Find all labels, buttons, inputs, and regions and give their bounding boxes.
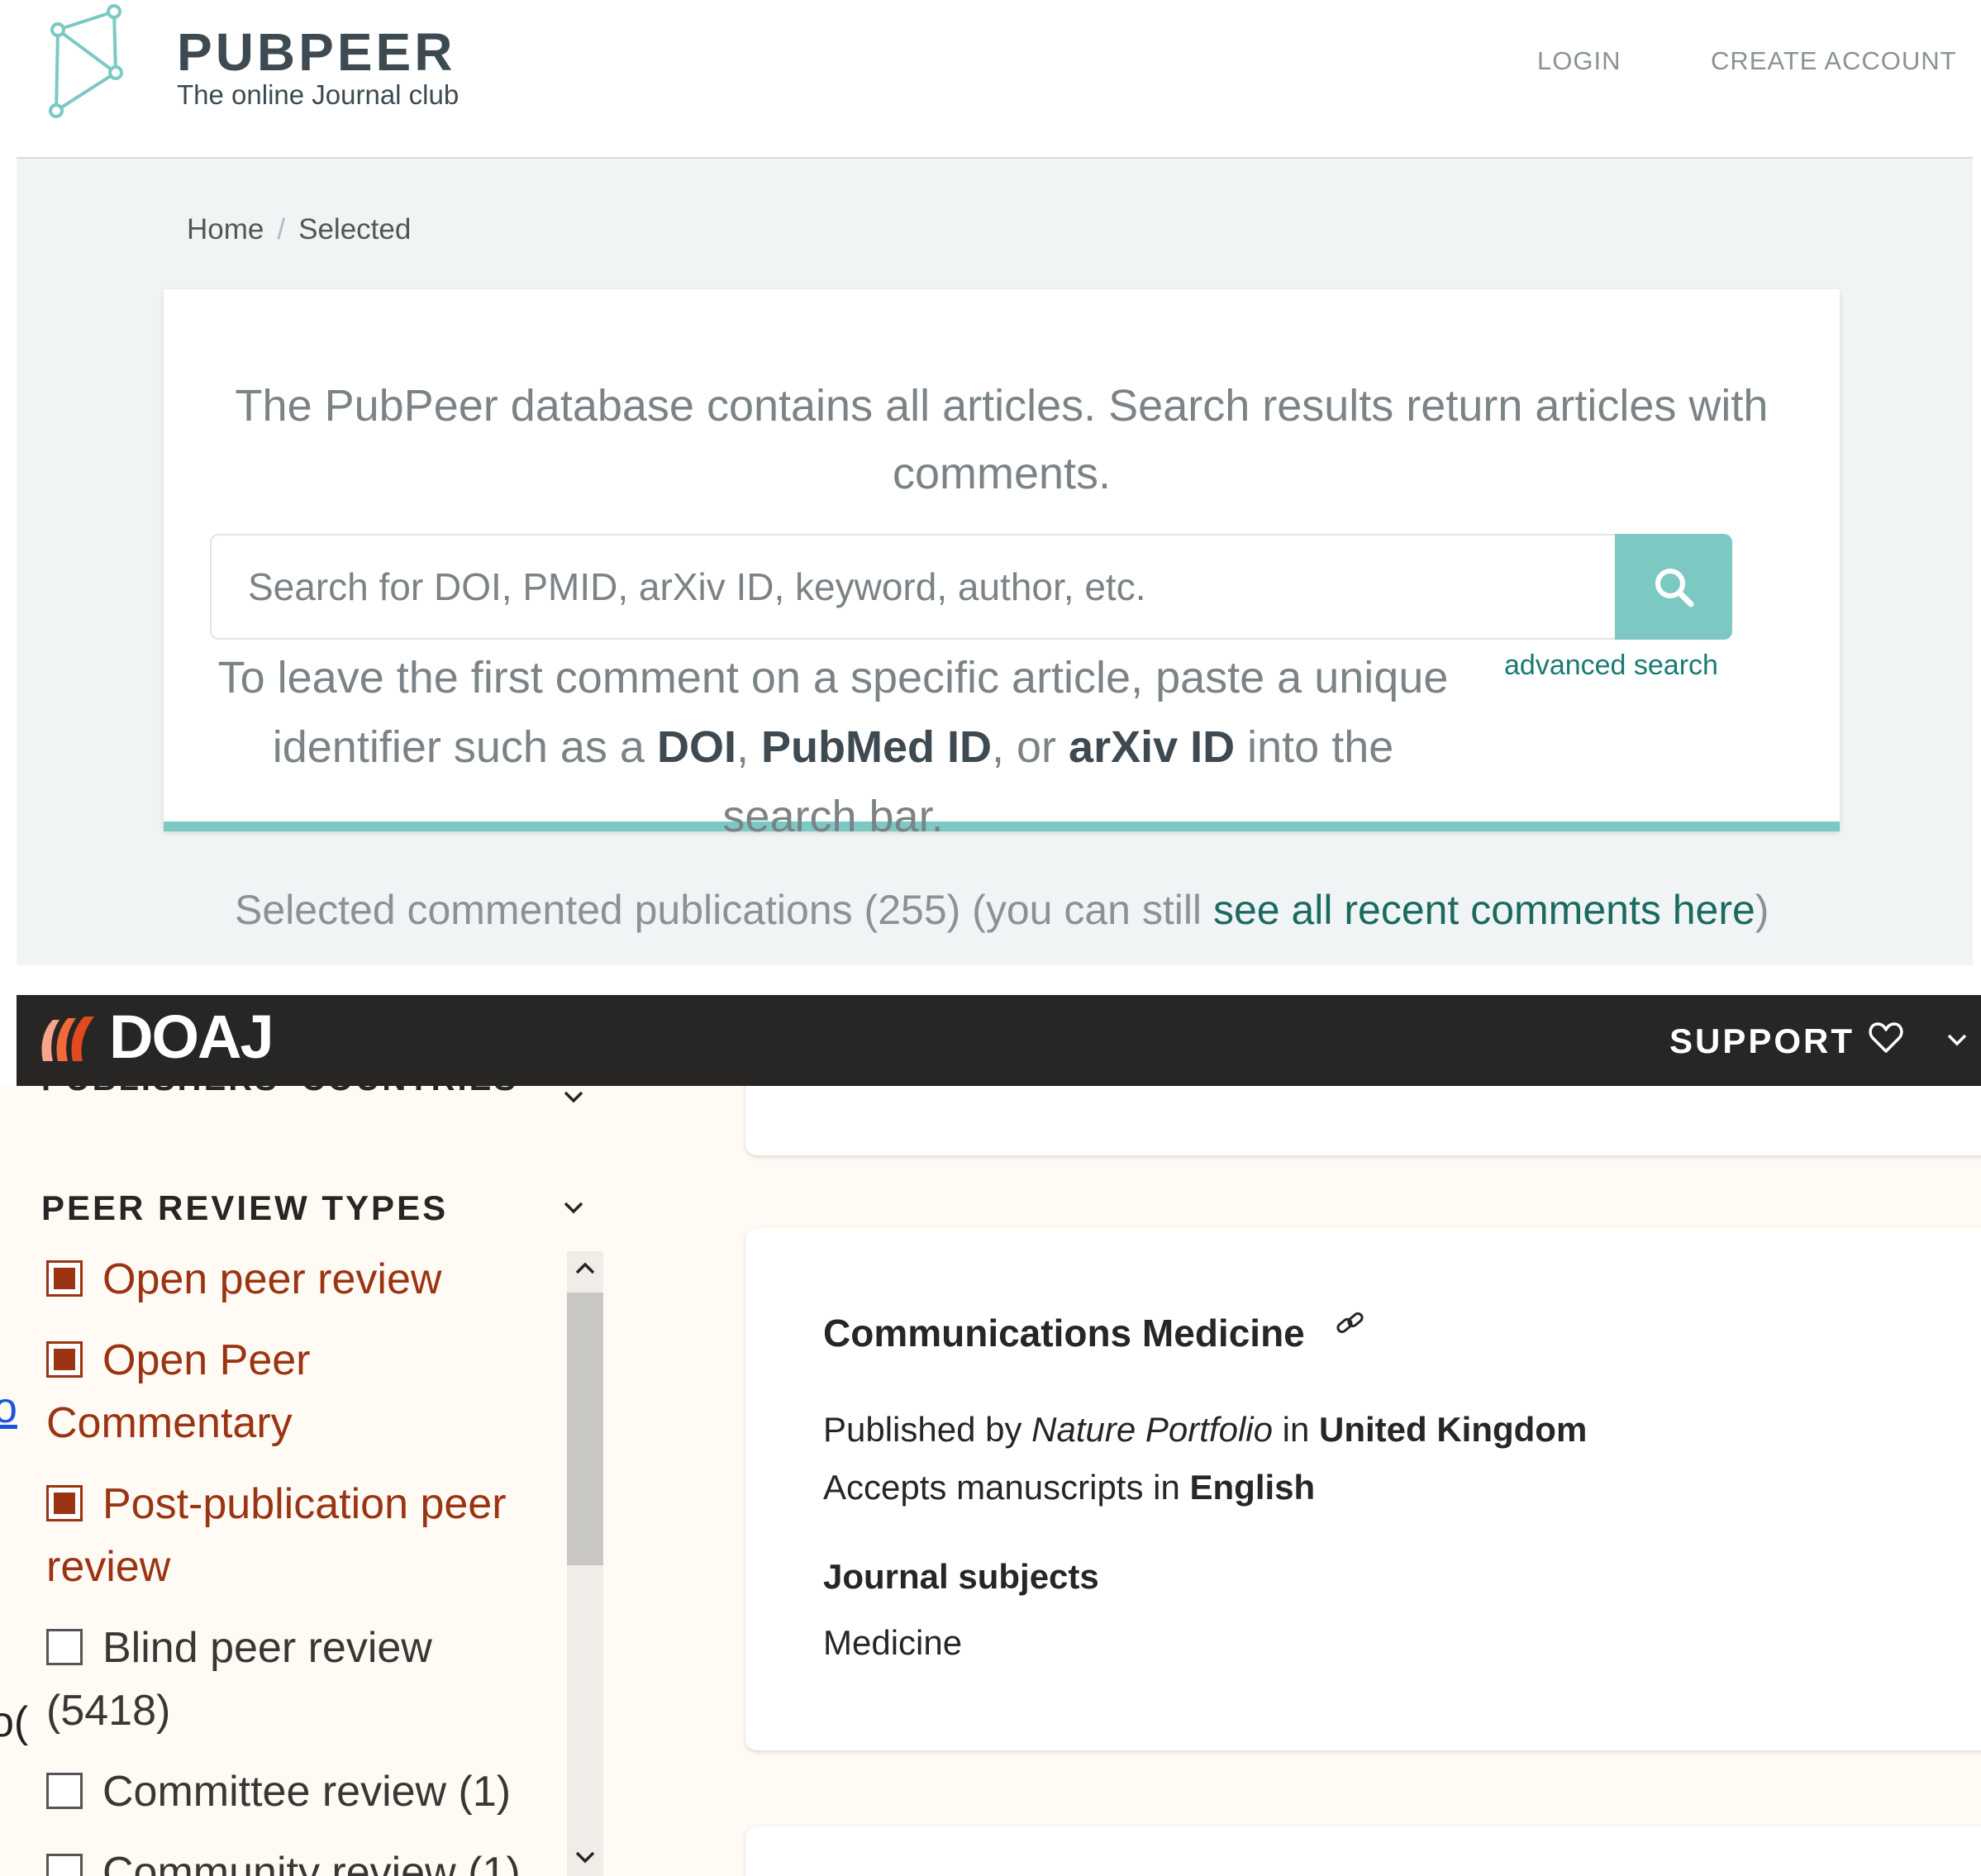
- published-by-label: Published by: [823, 1410, 1032, 1449]
- journal-subjects: Medicine: [823, 1623, 963, 1662]
- journal-language-line: Accepts manuscripts in English: [823, 1468, 1315, 1507]
- breadcrumb-home[interactable]: Home: [187, 213, 264, 245]
- in-label: in: [1272, 1410, 1320, 1449]
- chevron-down-icon[interactable]: [559, 1193, 588, 1223]
- edge-text-fragment: o(: [0, 1698, 29, 1746]
- facet-option-label: Committee review (1): [102, 1768, 512, 1816]
- breadcrumb: Home / Selected: [187, 213, 411, 246]
- journal-country: United Kingdom: [1319, 1410, 1588, 1449]
- facet-scrollbar-thumb[interactable]: [567, 1293, 603, 1565]
- login-link[interactable]: LOGIN: [1537, 46, 1621, 76]
- chevron-down-icon[interactable]: [572, 1845, 598, 1869]
- intro-text: The PubPeer database contains all articl…: [235, 381, 1769, 498]
- facet-option[interactable]: Open Peer Commentary: [46, 1329, 559, 1455]
- site-title[interactable]: PUBPEER: [177, 21, 455, 83]
- hint-pubmed: PubMed ID: [761, 722, 992, 772]
- selected-suffix: ): [1755, 887, 1769, 933]
- checkbox[interactable]: [46, 1854, 83, 1876]
- chevron-down-icon[interactable]: [1942, 1025, 1972, 1055]
- advanced-search-link[interactable]: advanced search: [1504, 650, 1718, 682]
- facet-option-label: Open peer review: [102, 1255, 442, 1303]
- facet-option[interactable]: Post-publication peer review: [46, 1473, 559, 1598]
- journal-publisher: Nature Portfolio: [1031, 1410, 1273, 1449]
- journal-card: [745, 1826, 1981, 1876]
- site-tagline: The online Journal club: [177, 79, 460, 110]
- selected-prefix: Selected commented publications (255) (y…: [235, 887, 1213, 933]
- facet-option[interactable]: Blind peer review (5418): [46, 1617, 559, 1742]
- doaj-logo-icon[interactable]: [38, 1013, 98, 1064]
- breadcrumb-current: Selected: [298, 213, 412, 245]
- search-hint: To leave the first comment on a specific…: [213, 643, 1453, 851]
- peer-review-facet-list: Open peer review Open Peer Commentary Post…: [46, 1248, 559, 1876]
- hint-arxiv: arXiv ID: [1069, 722, 1236, 772]
- pubpeer-logo-icon[interactable]: [41, 3, 132, 119]
- journal-language: English: [1189, 1468, 1316, 1507]
- facet-option-label: Open Peer Commentary: [46, 1336, 311, 1447]
- pubpeer-header: PUBPEER The online Journal club LOGIN CR…: [0, 0, 1981, 155]
- facet-option[interactable]: Committee review (1): [46, 1760, 559, 1823]
- search-icon: [1655, 569, 1694, 607]
- peer-review-types-label[interactable]: PEER REVIEW TYPES: [41, 1188, 448, 1228]
- journal-card: Communications Medicine Published by Nat…: [745, 1228, 1981, 1750]
- facet-option[interactable]: Open peer review: [46, 1248, 559, 1311]
- hint-doi: DOI: [656, 722, 736, 772]
- edge-link-fragment[interactable]: o: [0, 1383, 17, 1433]
- chevron-down-icon[interactable]: [559, 1086, 588, 1111]
- selected-publications-text: Selected commented publications (255) (y…: [235, 886, 1769, 934]
- doaj-logo-text[interactable]: DOAJ: [109, 1002, 274, 1072]
- facet-option-label: Post-publication peer review: [46, 1480, 507, 1591]
- doaj-header: DOAJ SUPPORT: [17, 995, 1981, 1086]
- create-account-link[interactable]: CREATE ACCOUNT: [1711, 46, 1957, 76]
- checkbox[interactable]: [46, 1629, 83, 1665]
- journal-card: [745, 1086, 1981, 1155]
- checked-checkbox[interactable]: [46, 1485, 83, 1521]
- facet-option-label: Blind peer review (5418): [46, 1624, 432, 1735]
- journal-publisher-line: Published by Nature Portfolio in United …: [823, 1410, 1587, 1450]
- search-input[interactable]: [212, 536, 1615, 638]
- hint-or: , or: [992, 722, 1069, 772]
- breadcrumb-separator: /: [277, 213, 286, 245]
- pubpeer-main: Home / Selected The PubPeer database conta…: [17, 157, 1973, 965]
- search-card: The PubPeer database contains all articl…: [164, 289, 1840, 841]
- heart-icon: [1869, 1022, 1903, 1053]
- doaj-content: PUBLISHERS' COUNTRIES o o( PEER REVIEW T…: [0, 1086, 1981, 1876]
- journal-title[interactable]: Communications Medicine: [823, 1311, 1305, 1355]
- support-button[interactable]: SUPPORT: [1669, 1021, 1855, 1061]
- accepts-label: Accepts manuscripts in: [823, 1468, 1190, 1507]
- checked-checkbox[interactable]: [46, 1341, 83, 1378]
- hint-comma: ,: [736, 722, 761, 772]
- journal-subjects-label: Journal subjects: [823, 1557, 1099, 1596]
- facet-option-label: Community review (1): [102, 1849, 521, 1876]
- chevron-up-icon[interactable]: [572, 1256, 598, 1281]
- search-button[interactable]: [1615, 534, 1732, 640]
- link-icon[interactable]: [1334, 1307, 1367, 1340]
- search-field-wrapper: [210, 534, 1615, 640]
- countries-facet-label[interactable]: PUBLISHERS' COUNTRIES: [41, 1086, 518, 1098]
- recent-comments-link[interactable]: see all recent comments here: [1213, 887, 1755, 933]
- facet-option[interactable]: Community review (1): [46, 1841, 559, 1876]
- checked-checkbox[interactable]: [46, 1260, 83, 1297]
- checkbox[interactable]: [46, 1773, 83, 1809]
